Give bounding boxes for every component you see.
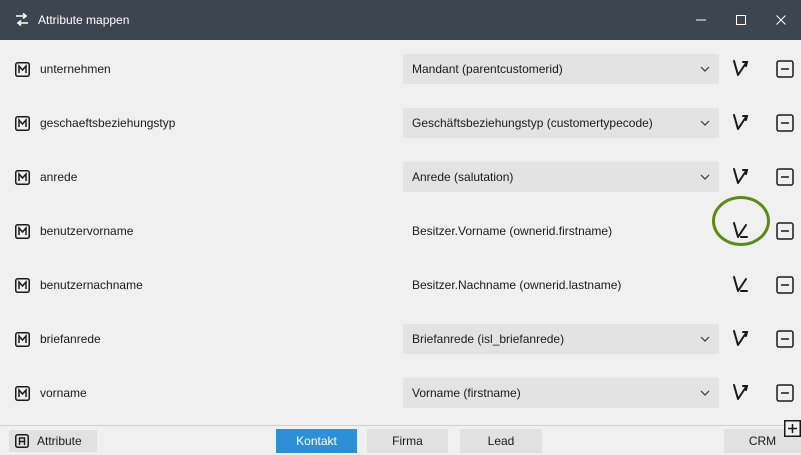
chevron-down-icon [700, 174, 710, 180]
mapped-value: Besitzer.Nachname (ownerid.lastname) [412, 278, 622, 292]
mapping-row: briefanrede Briefanrede (isl_briefanrede… [0, 312, 801, 366]
m-box-icon [15, 277, 30, 293]
m-box-icon [15, 223, 30, 239]
dropdown-value: Briefanrede (isl_briefanrede) [412, 332, 565, 346]
branch-icon[interactable] [729, 328, 751, 350]
m-box-icon [15, 169, 30, 185]
remove-icon[interactable] [776, 384, 794, 402]
attribute-name: benutzervorname [40, 224, 134, 238]
close-icon [776, 15, 786, 25]
mapping-row: benutzernachname Besitzer.Nachname (owne… [0, 258, 801, 312]
attribute-name: unternehmen [40, 62, 111, 76]
mapping-row: geschaeftsbeziehungstyp Geschäftsbeziehu… [0, 96, 801, 150]
remove-icon[interactable] [776, 222, 794, 240]
bottom-bar: Attribute Kontakt Firma Lead CRM [0, 425, 801, 455]
mapping-list: unternehmen Mandant (parentcustomerid) g… [0, 40, 801, 425]
dropdown-value: Anrede (salutation) [412, 170, 514, 184]
maximize-icon [736, 15, 746, 25]
crm-field-dropdown[interactable]: Vorname (firstname) [403, 378, 719, 408]
transfer-arrows-icon [16, 12, 28, 27]
remove-icon[interactable] [776, 330, 794, 348]
remove-icon[interactable] [776, 276, 794, 294]
chevron-down-icon [700, 120, 710, 126]
branch-active-icon[interactable] [729, 274, 751, 296]
attribute-name: briefanrede [40, 332, 101, 346]
m-box-icon [15, 385, 30, 401]
dropdown-value: Geschäftsbeziehungstyp (customertypecode… [412, 116, 653, 130]
mapping-row: benutzervorname Besitzer.Vorname (owneri… [0, 204, 801, 258]
tab-lead[interactable]: Lead [460, 429, 542, 453]
minimize-button[interactable] [681, 0, 721, 40]
crm-field-dropdown[interactable]: Anrede (salutation) [403, 162, 719, 192]
attribute-name: anrede [40, 170, 78, 184]
a-box-icon [15, 434, 29, 448]
crm-field-dropdown[interactable]: Geschäftsbeziehungstyp (customertypecode… [403, 108, 719, 138]
close-button[interactable] [761, 0, 801, 40]
mapping-row: unternehmen Mandant (parentcustomerid) [0, 42, 801, 96]
window-title: Attribute mappen [38, 13, 130, 27]
tab-firma[interactable]: Firma [367, 429, 448, 453]
chevron-down-icon [700, 390, 710, 396]
branch-icon[interactable] [729, 166, 751, 188]
dropdown-value: Mandant (parentcustomerid) [412, 62, 563, 76]
remove-icon[interactable] [776, 60, 794, 78]
attribute-name: benutzernachname [40, 278, 143, 292]
branch-icon[interactable] [729, 112, 751, 134]
tab-kontakt[interactable]: Kontakt [276, 429, 357, 453]
mapped-value: Besitzer.Vorname (ownerid.firstname) [412, 224, 613, 238]
title-bar: Attribute mappen [0, 0, 801, 40]
attribute-name: vorname [40, 386, 87, 400]
highlight-circle [712, 196, 770, 246]
m-box-icon [15, 115, 30, 131]
branch-icon[interactable] [729, 58, 751, 80]
attribute-name: geschaeftsbeziehungstyp [40, 116, 176, 130]
attribute-tab[interactable]: Attribute [9, 430, 97, 452]
chevron-down-icon [700, 336, 710, 342]
branch-icon[interactable] [729, 382, 751, 404]
maximize-button[interactable] [721, 0, 761, 40]
crm-field-dropdown[interactable]: Mandant (parentcustomerid) [403, 54, 719, 84]
m-box-icon [15, 331, 30, 347]
minimize-icon [696, 19, 706, 21]
mapping-row: anrede Anrede (salutation) [0, 150, 801, 204]
chevron-down-icon [700, 66, 710, 72]
remove-icon[interactable] [776, 114, 794, 132]
add-icon[interactable] [784, 420, 801, 437]
crm-field-dropdown[interactable]: Briefanrede (isl_briefanrede) [403, 324, 719, 354]
dropdown-value: Vorname (firstname) [412, 386, 521, 400]
attribute-tab-label: Attribute [37, 434, 82, 448]
remove-icon[interactable] [776, 168, 794, 186]
mapping-row: vorname Vorname (firstname) [0, 366, 801, 420]
m-box-icon [15, 61, 30, 77]
